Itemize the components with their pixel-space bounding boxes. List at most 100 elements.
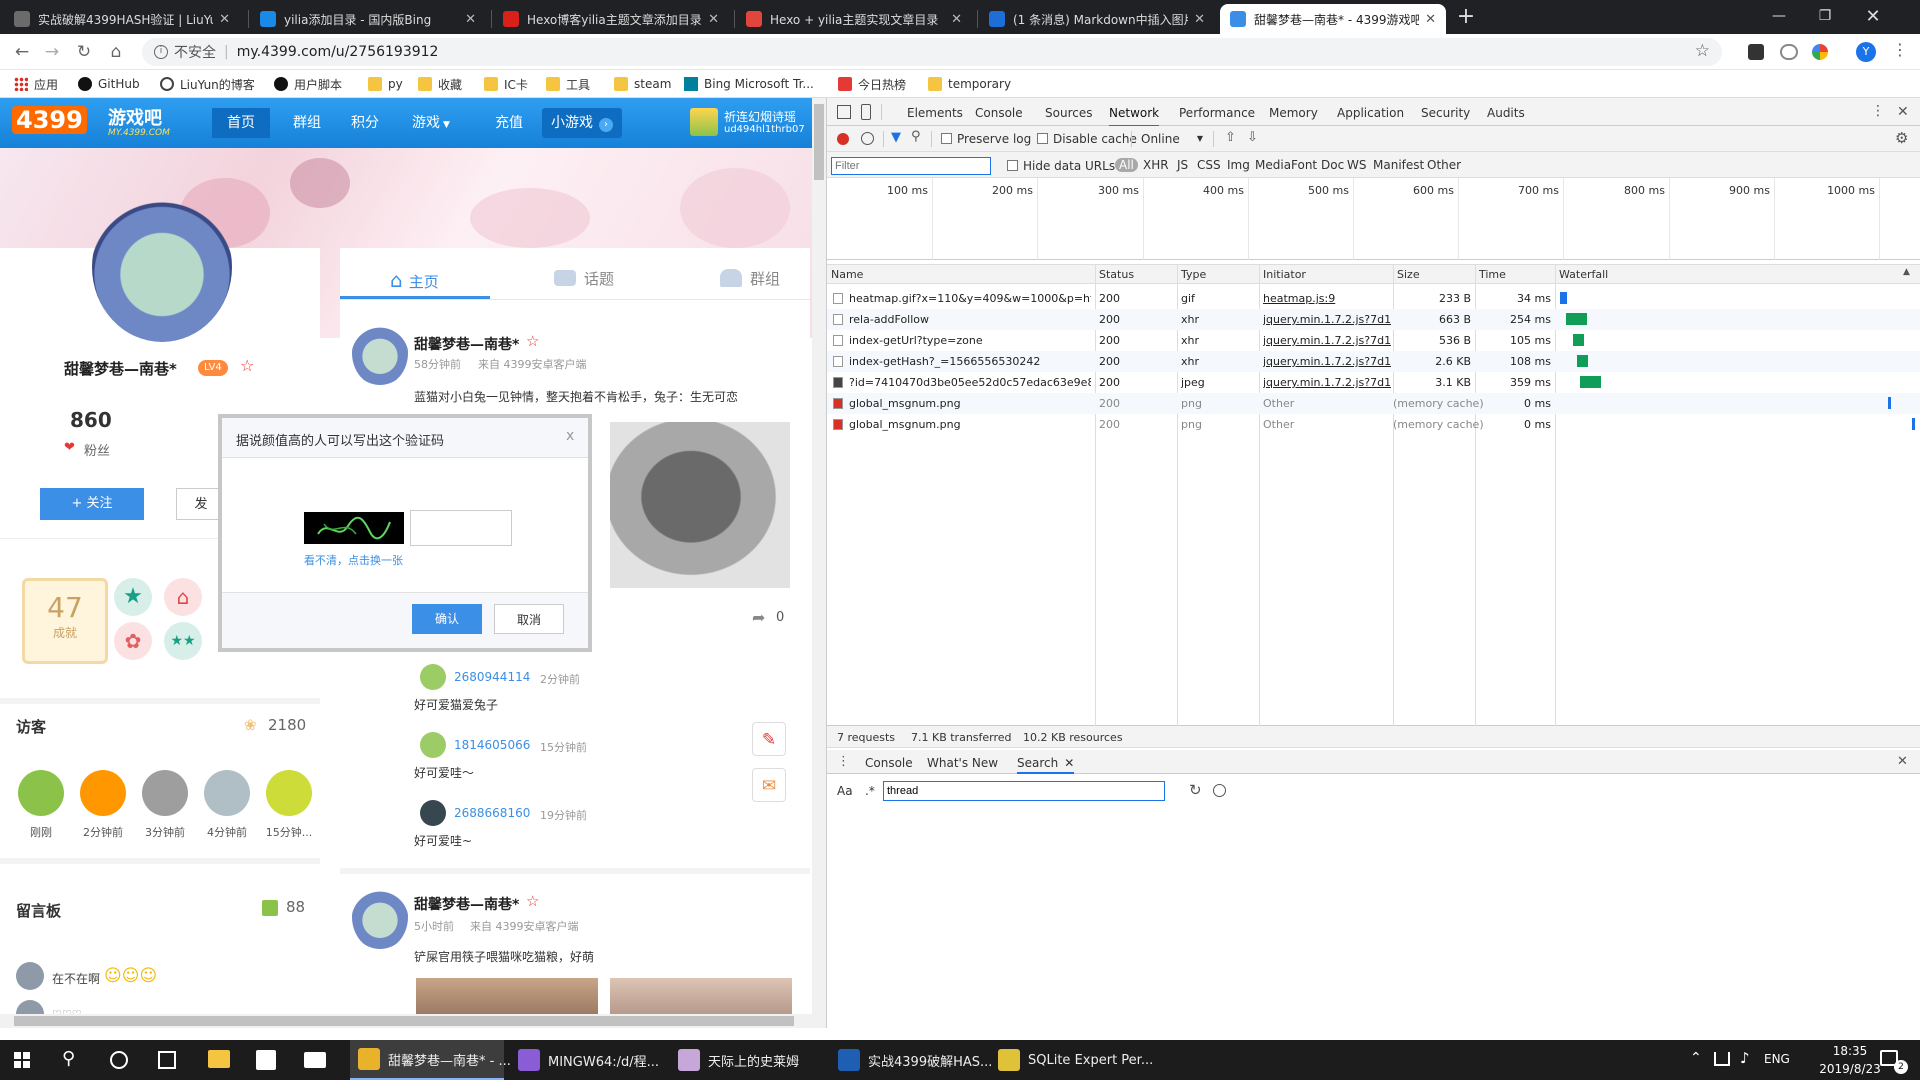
import-har-icon[interactable]: ⇧ bbox=[1225, 130, 1236, 145]
bookmark-folder-ic[interactable]: IC卡 bbox=[484, 75, 528, 93]
drawer-menu-icon[interactable]: ⋮ bbox=[837, 754, 850, 769]
bookmark-folder-steam[interactable]: steam bbox=[614, 75, 671, 93]
comment-avatar[interactable] bbox=[420, 800, 446, 826]
back-icon[interactable]: ← bbox=[12, 42, 32, 62]
search-query-input[interactable] bbox=[883, 781, 1165, 801]
type-filter-all[interactable]: All bbox=[1115, 158, 1138, 172]
close-tab-icon[interactable]: ✕ bbox=[219, 12, 230, 27]
disable-cache-checkbox[interactable] bbox=[1037, 133, 1048, 144]
type-filter-media[interactable]: Media bbox=[1255, 158, 1291, 172]
windows-start-icon[interactable] bbox=[14, 1052, 30, 1068]
device-toolbar-icon[interactable] bbox=[861, 104, 871, 120]
new-tab-button[interactable]: + bbox=[1452, 4, 1480, 32]
clear-icon[interactable] bbox=[861, 132, 874, 145]
column-header-time[interactable]: Time bbox=[1479, 268, 1506, 281]
bookmark-folder-fav[interactable]: 收藏 bbox=[418, 75, 462, 93]
column-header-type[interactable]: Type bbox=[1181, 268, 1206, 281]
medal-icon[interactable]: ✿ bbox=[114, 622, 152, 660]
task-view-icon[interactable] bbox=[158, 1051, 176, 1069]
type-filter-ws[interactable]: WS bbox=[1347, 158, 1366, 172]
waterfall-bar[interactable] bbox=[1573, 334, 1584, 346]
medal-icon[interactable]: ⌂ bbox=[164, 578, 202, 616]
close-tab-icon[interactable]: ✕ bbox=[1425, 12, 1436, 27]
type-filter-font[interactable]: Font bbox=[1291, 158, 1317, 172]
regex-toggle[interactable]: .* bbox=[865, 784, 875, 798]
devtools-tab-security[interactable]: Security bbox=[1421, 106, 1470, 120]
home-icon[interactable]: ⌂ bbox=[106, 42, 126, 62]
type-filter-other[interactable]: Other bbox=[1427, 158, 1461, 172]
visitor-avatar[interactable] bbox=[266, 770, 312, 816]
bookmark-star-icon[interactable]: ☆ bbox=[1695, 41, 1710, 61]
page-scroll-thumb[interactable] bbox=[814, 104, 824, 180]
nav-groups[interactable]: 群组 bbox=[282, 108, 332, 138]
devtools-tab-application[interactable]: Application bbox=[1337, 106, 1404, 120]
drawer-tab-search[interactable]: Search ✕ bbox=[1017, 756, 1075, 774]
drawer-close-icon[interactable]: ✕ bbox=[1897, 754, 1908, 769]
user-avatar[interactable] bbox=[690, 108, 718, 136]
address-bar[interactable]: i 不安全 | my.4399.com/u/2756193912 ☆ bbox=[142, 38, 1722, 66]
type-filter-img[interactable]: Img bbox=[1227, 158, 1250, 172]
type-filter-doc[interactable]: Doc bbox=[1321, 158, 1344, 172]
bookmark-github[interactable]: GitHub bbox=[78, 75, 140, 93]
search-icon[interactable]: ⚲ bbox=[911, 129, 921, 144]
type-filter-manifest[interactable]: Manifest bbox=[1373, 158, 1424, 172]
tab-topics[interactable]: 话题 bbox=[554, 268, 614, 296]
achievement-badge[interactable]: 47 成就 bbox=[22, 578, 108, 664]
taskbar-app[interactable]: 实战4399破解HAS... bbox=[830, 1040, 992, 1080]
tab-home[interactable]: ⌂ 主页 bbox=[390, 268, 439, 296]
confirm-button[interactable]: 确认 bbox=[412, 604, 482, 634]
extension-icon[interactable] bbox=[1812, 44, 1828, 60]
bookmark-hot[interactable]: 今日热榜 bbox=[838, 75, 906, 93]
bookmark-apps[interactable]: 应用 bbox=[14, 75, 58, 93]
comment-user[interactable]: 2680944114 bbox=[454, 670, 530, 684]
visitor-avatar[interactable] bbox=[204, 770, 250, 816]
visitor-avatar[interactable] bbox=[18, 770, 64, 816]
type-filter-xhr[interactable]: XHR bbox=[1143, 158, 1169, 172]
comment-user[interactable]: 2688668160 bbox=[454, 806, 530, 820]
tab[interactable]: Hexo + yilia主题实现文章目录 ✕ bbox=[736, 4, 972, 34]
post-author[interactable]: 甜馨梦巷—南巷* bbox=[414, 894, 519, 914]
user-name[interactable]: 祈连幻烟诗瑶 bbox=[724, 108, 796, 125]
devtools-tab-memory[interactable]: Memory bbox=[1269, 106, 1318, 120]
request-initiator[interactable]: jquery.min.1.7.2.js?7d16c12:4 bbox=[1263, 313, 1391, 326]
request-initiator[interactable]: jquery.min.1.7.2.js?7d16c12:4 bbox=[1263, 334, 1391, 347]
visitor-avatar[interactable] bbox=[80, 770, 126, 816]
tab[interactable]: Hexo博客yilia主题文章添加目录 ✕ bbox=[493, 4, 729, 34]
tab[interactable]: 实战破解4399HASH验证 | LiuYun ✕ bbox=[4, 4, 240, 34]
bookmark-folder-tools[interactable]: 工具 bbox=[546, 75, 590, 93]
waterfall-bar[interactable] bbox=[1912, 418, 1915, 430]
cortana-icon[interactable] bbox=[110, 1051, 128, 1069]
refresh-captcha-link[interactable]: 看不清，点击换一张 bbox=[304, 552, 403, 568]
bookmark-bing[interactable]: Bing Microsoft Tr... bbox=[684, 75, 814, 93]
devtools-tab-elements[interactable]: Elements bbox=[907, 106, 963, 120]
profile-avatar[interactable]: Y bbox=[1856, 42, 1876, 62]
throttle-select[interactable]: Online ▼ bbox=[1141, 132, 1203, 146]
record-icon[interactable] bbox=[837, 133, 849, 145]
bookmark-liuyun[interactable]: LiuYun的博客 bbox=[160, 75, 255, 93]
comment-user[interactable]: 1814605066 bbox=[454, 738, 530, 752]
close-tab-icon[interactable]: ✕ bbox=[708, 12, 719, 27]
close-tab-icon[interactable]: ✕ bbox=[465, 12, 476, 27]
reload-icon[interactable]: ↻ bbox=[74, 42, 94, 62]
request-initiator[interactable]: jquery.min.1.7.2.js?7d16c12:4 bbox=[1263, 355, 1391, 368]
profile-avatar-image[interactable] bbox=[92, 192, 232, 342]
clear-search-icon[interactable] bbox=[1213, 784, 1226, 797]
column-header-status[interactable]: Status bbox=[1099, 268, 1134, 281]
type-filter-css[interactable]: CSS bbox=[1197, 158, 1221, 172]
type-filter-js[interactable]: JS bbox=[1177, 158, 1188, 172]
devtools-tab-console[interactable]: Console bbox=[975, 106, 1023, 120]
medal-icon[interactable]: ★★ bbox=[164, 622, 202, 660]
match-case-toggle[interactable]: Aa bbox=[837, 784, 853, 798]
devtools-tab-performance[interactable]: Performance bbox=[1179, 106, 1255, 120]
nav-recharge[interactable]: 充值 bbox=[484, 108, 534, 138]
waterfall-bar[interactable] bbox=[1580, 376, 1601, 388]
devtools-tab-network[interactable]: Network bbox=[1109, 106, 1160, 127]
devtools-more-icon[interactable]: ⋮ bbox=[1871, 103, 1885, 119]
close-tab-icon[interactable]: ✕ bbox=[1194, 12, 1205, 27]
post-author[interactable]: 甜馨梦巷—南巷* bbox=[414, 334, 519, 354]
tab-active[interactable]: 甜馨梦巷—南巷* - 4399游戏吧 ✕ bbox=[1220, 4, 1446, 34]
nav-games[interactable]: 游戏 ▼ bbox=[400, 108, 462, 138]
request-initiator[interactable]: heatmap.js:9 bbox=[1263, 292, 1391, 305]
extension-icon[interactable] bbox=[1748, 44, 1764, 60]
taskbar-app[interactable]: 天际上的史莱姆 bbox=[670, 1040, 824, 1080]
